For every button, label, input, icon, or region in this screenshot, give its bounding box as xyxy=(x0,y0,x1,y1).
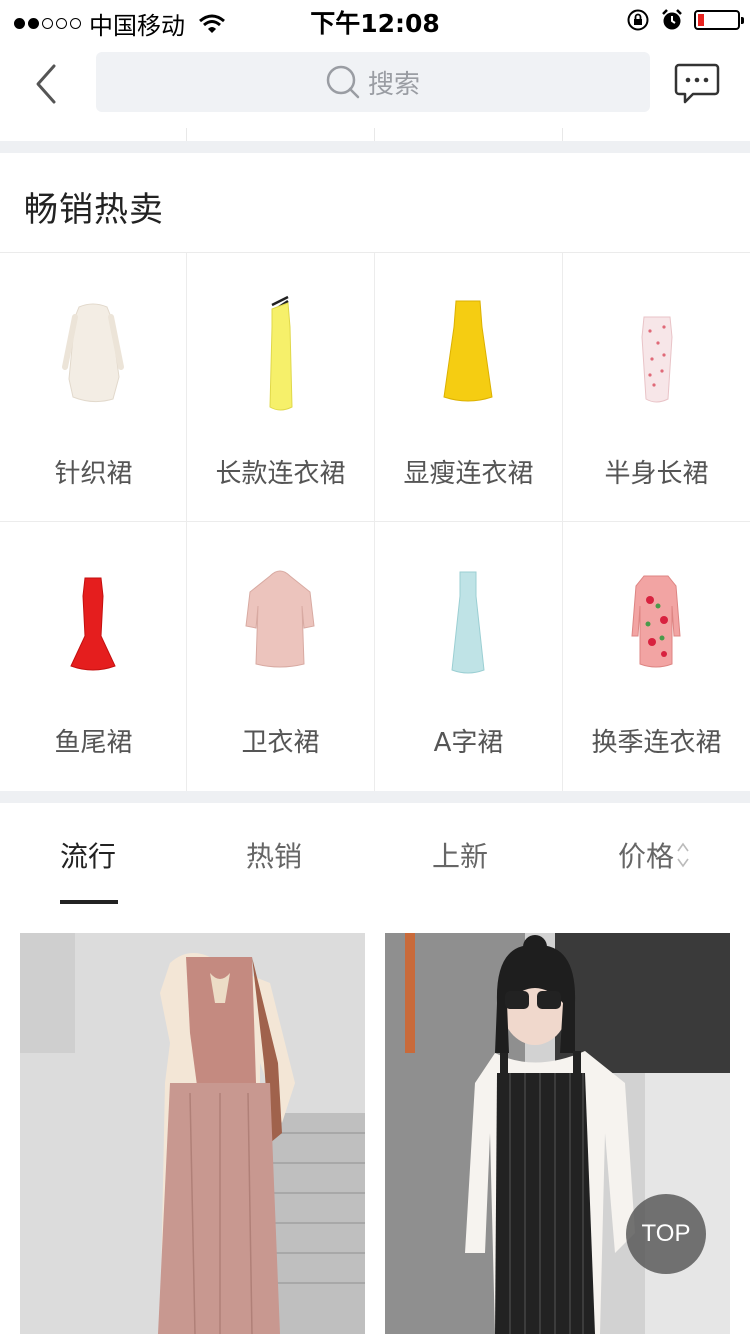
message-icon[interactable] xyxy=(674,62,720,106)
previous-grid-stub xyxy=(0,128,750,141)
hoodie-dress-icon xyxy=(245,570,315,668)
a-line-dress-icon xyxy=(451,571,485,674)
product-image xyxy=(385,933,730,1334)
sort-tabs: 流行 热销 上新 价格 xyxy=(0,803,750,911)
mermaid-dress-icon xyxy=(70,577,116,671)
category-label: 换季连衣裙 xyxy=(591,728,722,758)
sort-arrows-icon xyxy=(677,842,689,868)
category-grid: 针织裙 长款连衣裙 显瘦连衣裙 半身长裙 鱼尾裙 卫衣裙 A字裙 换季连衣裙 xyxy=(0,253,750,791)
category-item[interactable]: 针织裙 xyxy=(0,253,187,521)
category-item[interactable]: A字裙 xyxy=(375,522,562,790)
knit-dress-icon xyxy=(62,303,124,403)
scroll-to-top-button[interactable]: TOP xyxy=(626,1194,706,1274)
long-dress-icon xyxy=(269,295,293,411)
status-right xyxy=(626,8,744,32)
floral-dress-icon xyxy=(631,575,681,668)
category-item[interactable]: 半身长裙 xyxy=(563,253,750,521)
tab-popular[interactable]: 流行 xyxy=(60,835,116,875)
alarm-icon xyxy=(662,9,682,30)
category-label: 长款连衣裙 xyxy=(215,459,346,489)
battery-icon xyxy=(694,10,744,30)
search-placeholder: 搜索 xyxy=(367,69,420,100)
section-divider xyxy=(0,791,750,803)
product-card[interactable] xyxy=(20,933,365,1334)
rotation-lock-icon xyxy=(627,9,649,31)
active-tab-indicator xyxy=(60,900,118,904)
nav-bar: 搜索 xyxy=(0,40,750,128)
category-label: 半身长裙 xyxy=(604,459,709,489)
section-title: 畅销热卖 xyxy=(24,190,164,230)
tab-hot-sales[interactable]: 热销 xyxy=(246,835,302,875)
tab-new-arrivals[interactable]: 上新 xyxy=(432,835,488,875)
category-label: 卫衣裙 xyxy=(241,728,320,758)
category-item[interactable]: 长款连衣裙 xyxy=(187,253,374,521)
slim-dress-icon xyxy=(443,300,493,402)
product-image xyxy=(20,933,365,1334)
search-icon xyxy=(326,65,360,99)
category-item[interactable]: 卫衣裙 xyxy=(187,522,374,790)
category-item[interactable]: 换季连衣裙 xyxy=(563,522,750,790)
category-label: 鱼尾裙 xyxy=(54,728,133,758)
category-label: 显瘦连衣裙 xyxy=(403,459,534,489)
category-item[interactable]: 显瘦连衣裙 xyxy=(375,253,562,521)
product-card[interactable] xyxy=(385,933,730,1334)
section-divider xyxy=(0,141,750,153)
category-label: 针织裙 xyxy=(54,459,133,489)
back-icon[interactable] xyxy=(28,60,68,108)
search-input[interactable]: 搜索 xyxy=(96,52,650,112)
long-skirt-icon xyxy=(641,316,673,403)
category-item[interactable]: 鱼尾裙 xyxy=(0,522,187,790)
status-bar: 中国移动 下午12:08 xyxy=(0,0,750,40)
tab-price[interactable]: 价格 xyxy=(618,835,674,875)
category-label: A字裙 xyxy=(433,728,504,758)
